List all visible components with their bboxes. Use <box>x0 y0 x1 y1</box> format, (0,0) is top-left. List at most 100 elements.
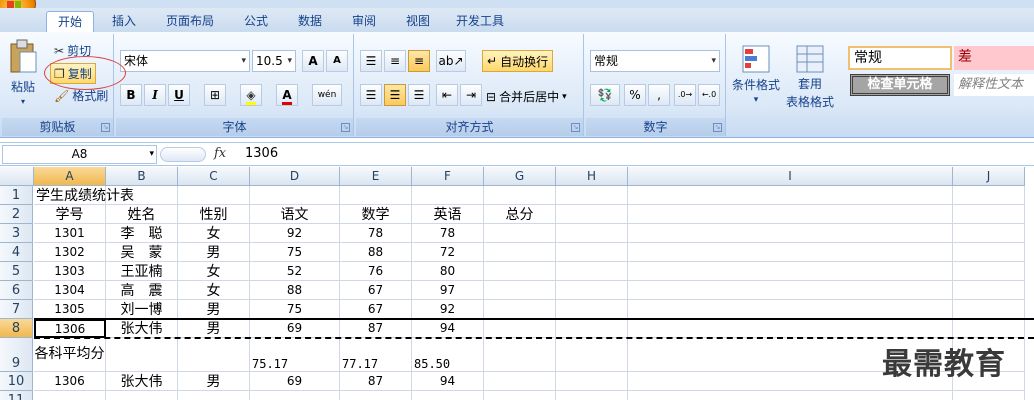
column-header[interactable]: B <box>106 167 178 186</box>
row-header[interactable]: 3 <box>0 224 33 243</box>
style-explanatory[interactable]: 解释性文本 <box>954 74 1034 96</box>
row-header[interactable]: 5 <box>0 262 33 281</box>
decrease-indent-button[interactable]: ⇤ <box>436 84 458 106</box>
style-bad[interactable]: 差 <box>954 46 1034 70</box>
cell[interactable] <box>484 391 556 400</box>
cell[interactable] <box>340 186 412 205</box>
tab-insert[interactable]: 插入 <box>100 11 148 32</box>
cell[interactable] <box>628 319 953 338</box>
cell[interactable] <box>556 186 628 205</box>
cell[interactable] <box>953 319 1025 338</box>
cell[interactable]: 总分 <box>484 205 556 224</box>
cell[interactable] <box>953 224 1025 243</box>
cell[interactable]: 各科平均分 <box>34 338 106 372</box>
row-header[interactable]: 4 <box>0 243 33 262</box>
column-header[interactable]: C <box>178 167 250 186</box>
cell[interactable]: 80 <box>412 262 484 281</box>
cell[interactable]: 1305 <box>34 300 106 319</box>
cell[interactable]: 88 <box>340 243 412 262</box>
row-header[interactable]: 10 <box>0 372 33 391</box>
column-header[interactable]: I <box>628 167 953 186</box>
worksheet-grid[interactable]: A B C D E F G H I J 1 学生成绩统计表 2 学号 姓名 性别 语文 数学 英语 总分 3 1301 李 … <box>0 167 1034 400</box>
cell[interactable] <box>953 243 1025 262</box>
cell[interactable]: 92 <box>412 300 484 319</box>
cell[interactable] <box>556 338 628 372</box>
cell[interactable] <box>556 205 628 224</box>
insert-function-icon[interactable]: fx <box>214 146 226 161</box>
cell[interactable] <box>484 186 556 205</box>
clipboard-launcher-icon[interactable]: ↘ <box>101 123 110 132</box>
cell[interactable]: 87 <box>340 372 412 391</box>
tab-view[interactable]: 视图 <box>394 11 442 32</box>
cell[interactable] <box>412 186 484 205</box>
cell[interactable] <box>628 243 953 262</box>
row-header[interactable]: 8 <box>0 319 33 338</box>
cell[interactable]: 女 <box>178 224 250 243</box>
cell[interactable] <box>628 205 953 224</box>
cell[interactable]: 语文 <box>250 205 340 224</box>
merge-center-button[interactable]: ⊟ 合并后居中 ▾ <box>486 88 567 105</box>
cell[interactable] <box>556 300 628 319</box>
cell[interactable]: 女 <box>178 281 250 300</box>
align-bottom-button[interactable]: ≡ <box>408 50 430 72</box>
style-check-cell[interactable]: 检查单元格 <box>850 74 950 96</box>
cell[interactable]: 男 <box>178 300 250 319</box>
cell[interactable] <box>178 186 250 205</box>
cell[interactable] <box>556 372 628 391</box>
increase-decimal-button[interactable]: .0→ <box>674 84 696 106</box>
cell[interactable] <box>412 391 484 400</box>
cell[interactable] <box>953 205 1025 224</box>
align-middle-button[interactable]: ≡ <box>384 50 406 72</box>
cell[interactable]: 87 <box>340 319 412 338</box>
row-header[interactable]: 9 <box>0 338 33 372</box>
cell[interactable]: 75.17 <box>250 338 340 372</box>
column-header[interactable]: G <box>484 167 556 186</box>
cell[interactable]: 女 <box>178 262 250 281</box>
cell[interactable] <box>178 391 250 400</box>
cell[interactable] <box>484 281 556 300</box>
cell[interactable] <box>628 186 953 205</box>
cell[interactable] <box>628 262 953 281</box>
cell[interactable] <box>556 391 628 400</box>
column-header[interactable]: F <box>412 167 484 186</box>
cell[interactable] <box>556 243 628 262</box>
column-header[interactable]: D <box>250 167 340 186</box>
column-header[interactable]: H <box>556 167 628 186</box>
cell[interactable]: 67 <box>340 281 412 300</box>
cell[interactable]: 94 <box>412 372 484 391</box>
cell[interactable]: 1302 <box>34 243 106 262</box>
style-normal[interactable]: 常规 <box>848 46 952 70</box>
cell[interactable] <box>556 262 628 281</box>
column-header[interactable]: A <box>34 167 106 186</box>
cell[interactable]: 75 <box>250 300 340 319</box>
cell[interactable] <box>953 281 1025 300</box>
align-center-button[interactable]: ☰ <box>384 84 406 106</box>
percent-button[interactable]: % <box>624 84 646 106</box>
cell[interactable]: 英语 <box>412 205 484 224</box>
cell[interactable]: 李 聪 <box>106 224 178 243</box>
cell[interactable]: 1306 <box>34 319 106 338</box>
tab-developer[interactable]: 开发工具 <box>448 11 512 32</box>
cell[interactable] <box>484 243 556 262</box>
cell[interactable] <box>484 319 556 338</box>
cell[interactable] <box>953 391 1025 400</box>
cell[interactable]: 52 <box>250 262 340 281</box>
cell[interactable]: 1301 <box>34 224 106 243</box>
paste-button[interactable]: 粘贴 ▾ <box>8 38 38 106</box>
cell[interactable] <box>953 262 1025 281</box>
tab-formulas[interactable]: 公式 <box>232 11 280 32</box>
cell[interactable]: 1303 <box>34 262 106 281</box>
font-size-select[interactable]: 10.5 ▾ <box>252 50 296 72</box>
select-all-corner[interactable] <box>0 167 34 186</box>
cell[interactable] <box>484 224 556 243</box>
cell[interactable] <box>556 281 628 300</box>
cell[interactable] <box>484 300 556 319</box>
cell[interactable] <box>106 338 178 372</box>
cell[interactable] <box>250 186 340 205</box>
wrap-text-button[interactable]: ↵ 自动换行 <box>482 50 554 72</box>
align-left-button[interactable]: ☰ <box>360 84 382 106</box>
cell[interactable]: 94 <box>412 319 484 338</box>
tab-data[interactable]: 数据 <box>286 11 334 32</box>
cell[interactable]: 男 <box>178 243 250 262</box>
cell[interactable]: 张大伟 <box>106 372 178 391</box>
